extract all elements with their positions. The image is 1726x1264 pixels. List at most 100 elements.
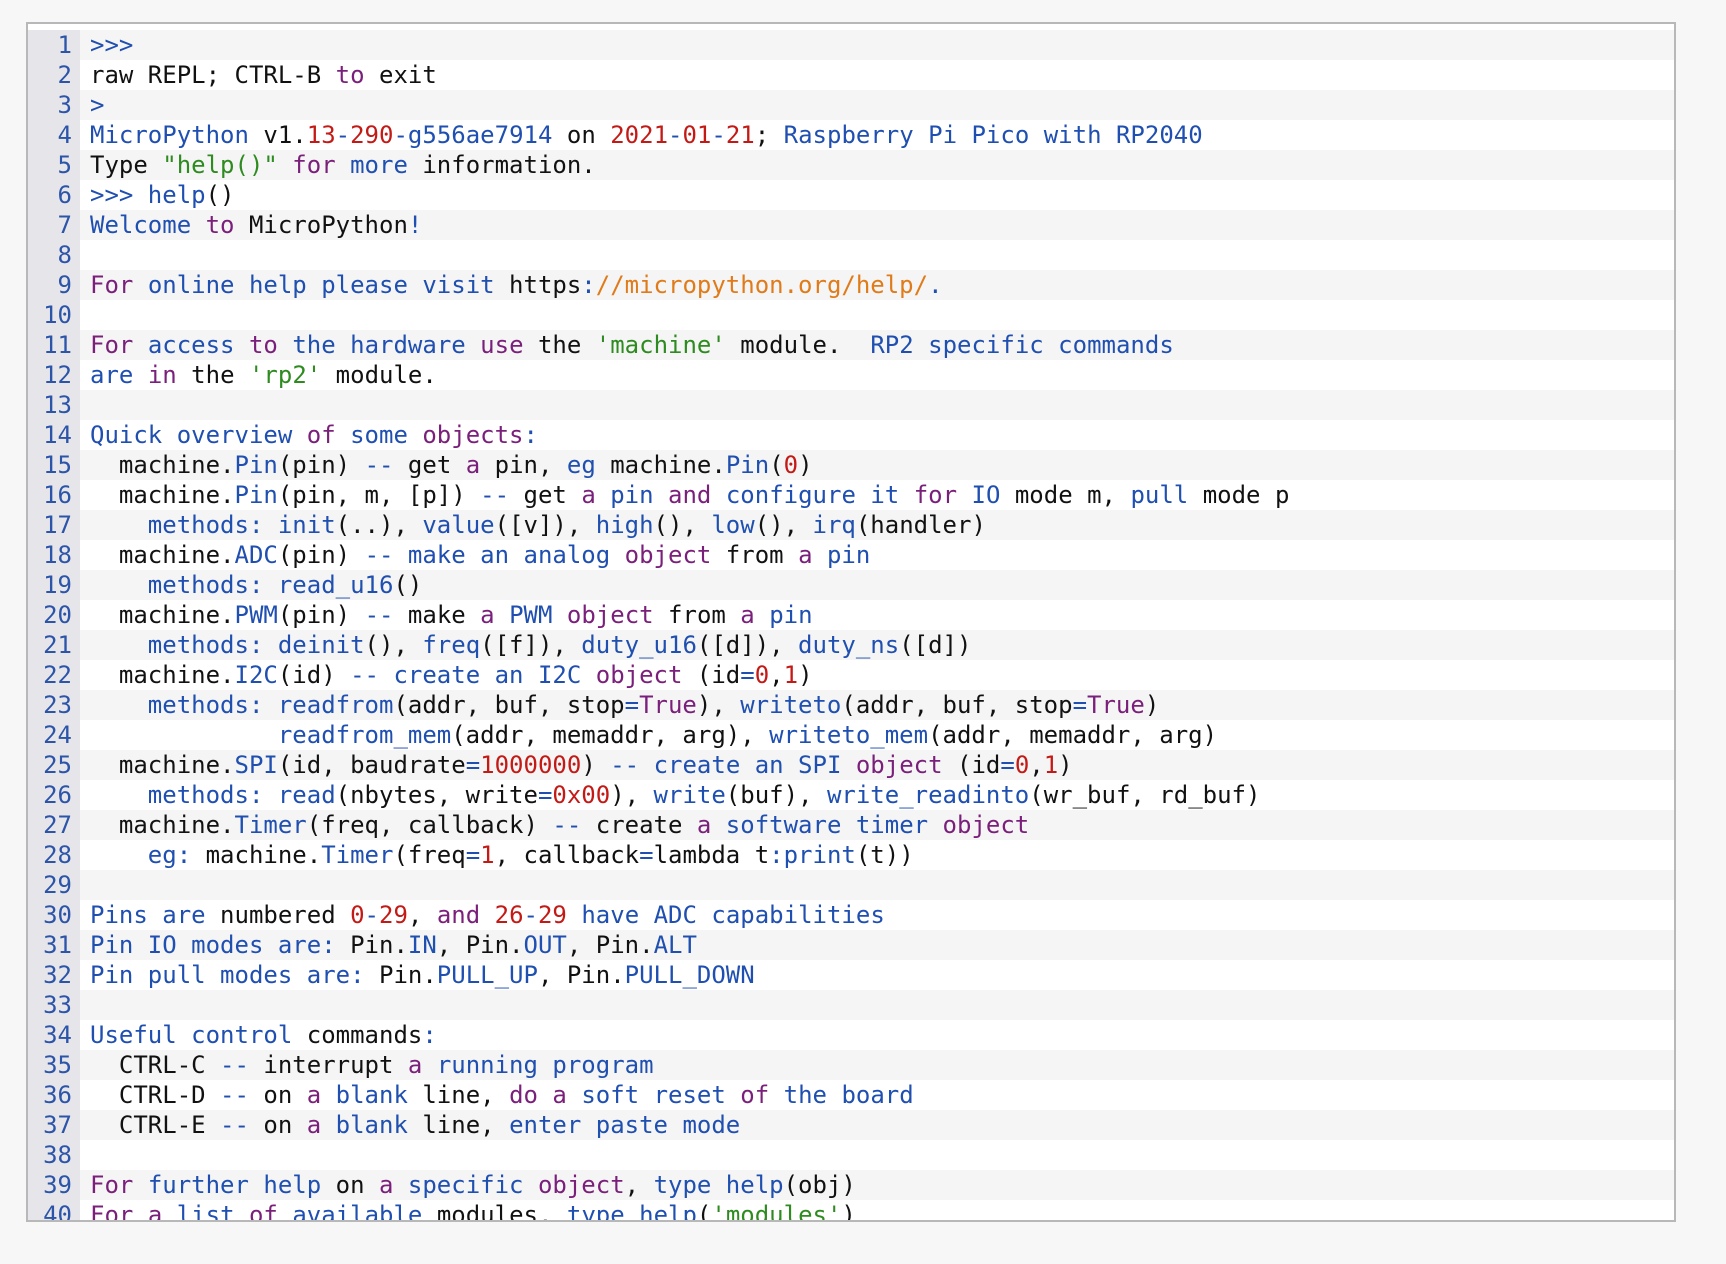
code-token: , [769,661,784,689]
line-text: >>> [80,30,1674,60]
code-token: from [711,541,799,569]
code-token: pin [610,481,654,509]
code-token: on [248,1081,307,1109]
code-token: to [335,61,365,89]
line-text: Useful control commands: [80,1020,1674,1050]
code-token: exit [364,61,437,89]
code-token: 0 [783,451,799,479]
code-token: line, [407,1081,510,1109]
line-number: 6 [28,180,80,210]
code-token: ([d]), [696,631,799,659]
code-token: running program [436,1051,654,1079]
code-token: create [581,811,697,839]
code-token: 'modules' [711,1201,842,1222]
code-token: a [552,1081,567,1109]
code-token: -- [480,481,510,509]
code-token: CTRL-C [90,1051,221,1079]
line-text: eg: machine.Timer(freq=1, callback=lambd… [80,840,1674,870]
line-text: >>> help() [80,180,1674,210]
code-token: mode m, [1000,481,1131,509]
line-number: 38 [28,1140,80,1170]
code-token: a [465,451,481,479]
code-line: 28 eg: machine.Timer(freq=1, callback=la… [28,840,1674,870]
code-token: ) [798,661,813,689]
code-token: a [306,1111,322,1139]
code-token: IO [971,481,1001,509]
code-token: make [393,601,481,629]
code-token: line, [407,1111,510,1139]
code-token: >>> help [90,181,206,209]
code-token: ([f]), [480,631,582,659]
code-token: object [566,601,654,629]
code-token: MicroPython [90,121,249,149]
code-token: Pin [234,451,278,479]
line-text: For online help please visit https://mic… [80,270,1674,300]
code-token: software timer [725,811,929,839]
code-token: object [537,1171,625,1199]
line-text [80,390,1674,420]
code-token: eg: [147,841,192,869]
line-number: 1 [28,30,80,60]
code-token: write [653,781,726,809]
code-token: configure it [725,481,900,509]
code-token: ), [696,691,741,719]
code-token: online help please visit [147,271,495,299]
line-text: Pin IO modes are: Pin.IN, Pin.OUT, Pin.A… [80,930,1674,960]
code-token: (addr, buf, stop [393,691,625,719]
code-token: Pin [725,451,770,479]
code-token: SPI [234,751,278,779]
code-token: some [350,421,408,449]
code-line: 38 [28,1140,1674,1170]
line-number: 17 [28,510,80,540]
code-token: object [942,811,1030,839]
code-token: and [668,481,712,509]
code-token: Type [90,151,163,179]
line-text: methods: deinit(), freq([f]), duty_u16([… [80,630,1674,660]
line-number: 2 [28,60,80,90]
code-line: 34 Useful control commands: [28,1020,1674,1050]
code-token: "help()" [162,151,278,179]
code-token: PWM [234,601,278,629]
code-token: access [147,331,235,359]
code-token: 01 [682,121,712,149]
code-token: get [393,451,466,479]
code-token: (..), [335,511,423,539]
code-token: numbered [205,901,351,929]
code-line: 1 >>> [28,30,1674,60]
line-text [80,1140,1674,1170]
code-token: . [928,271,943,299]
code-token: (), [653,511,712,539]
line-number: 37 [28,1110,80,1140]
code-line: 6 >>> help() [28,180,1674,210]
code-token: (pin) [277,541,365,569]
code-line: 3 > [28,90,1674,120]
code-token: Pins are [90,901,206,929]
code-token: 21 [725,121,755,149]
code-token: get [509,481,582,509]
code-token: a [740,601,755,629]
code-token: eg [566,451,596,479]
code-token: True [639,691,697,719]
code-line: 11 For access to the hardware use the 'ma… [28,330,1674,360]
line-number: 33 [28,990,80,1020]
code-token: 1 [480,841,495,869]
code-line: 20 machine.PWM(pin) -- make a PWM object… [28,600,1674,630]
line-number: 5 [28,150,80,180]
